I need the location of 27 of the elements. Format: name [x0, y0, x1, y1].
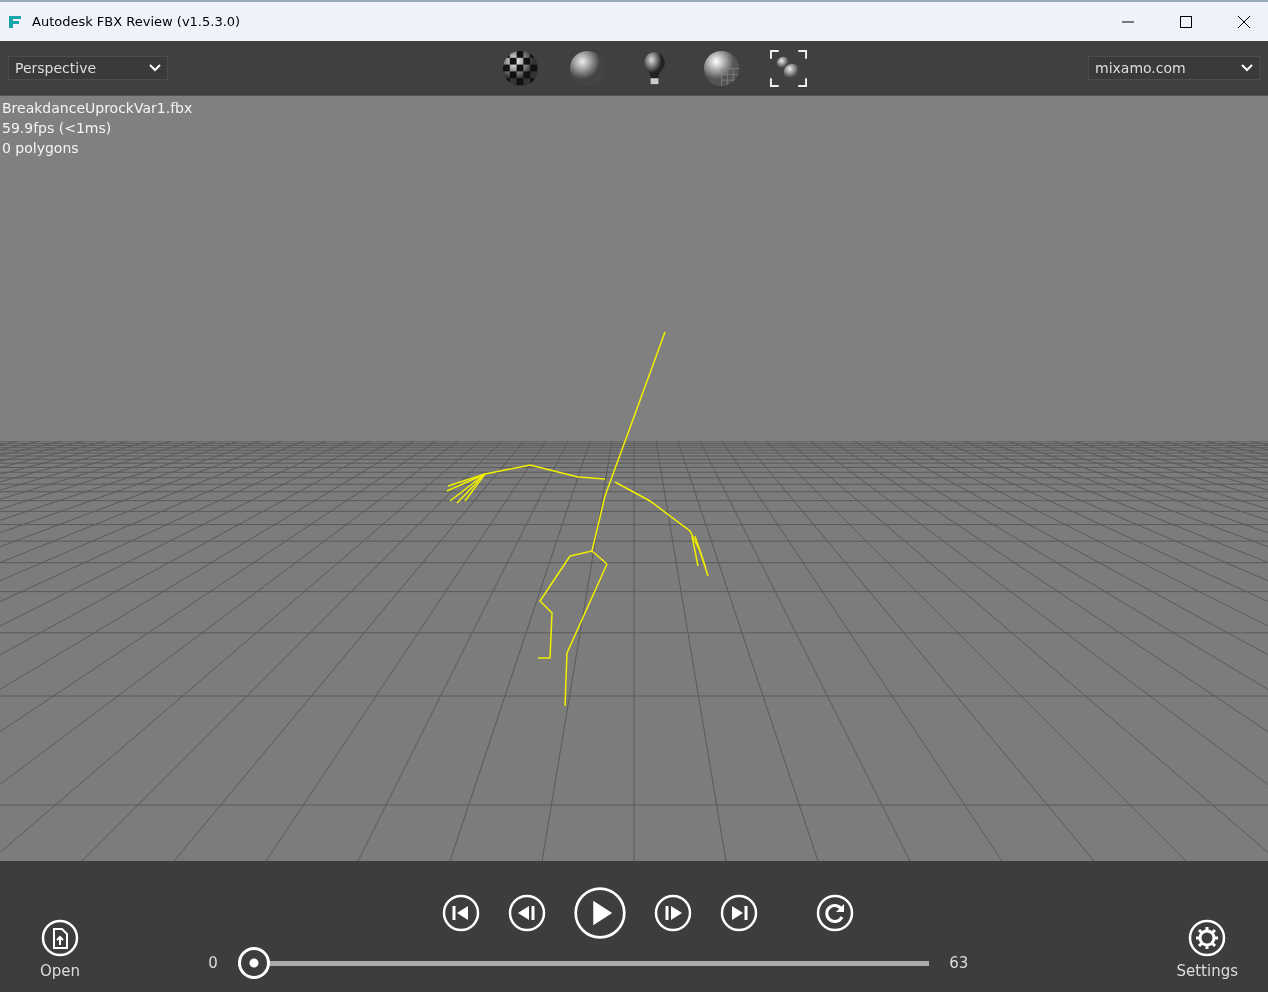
viewport-info-text: BreakdanceUprockVar1.fbx: [2, 100, 193, 116]
frame-objects-icon[interactable]: [768, 48, 808, 88]
close-icon[interactable]: [1238, 15, 1250, 28]
end-frame-label: 63: [949, 954, 969, 972]
open-button[interactable]: Open: [40, 918, 81, 980]
loop-icon[interactable]: [815, 893, 856, 933]
settings-button[interactable]: Settings: [1176, 918, 1238, 980]
skip-to-start-icon[interactable]: [441, 893, 482, 933]
timeline-thumb[interactable]: [237, 946, 270, 979]
skip-to-end-icon[interactable]: [719, 893, 760, 933]
wireframe-sphere-icon[interactable]: [701, 48, 741, 88]
chevron-down-icon: [1241, 64, 1253, 72]
viewport-info-text: 59.9fps (<1ms): [2, 120, 113, 136]
step-back-icon[interactable]: [507, 893, 548, 933]
window-title: Autodesk FBX Review (v1.5.3.0): [32, 14, 241, 29]
viewport-info-text: 0 polygons: [2, 140, 80, 156]
chevron-down-icon: [149, 64, 161, 72]
step-forward-icon[interactable]: [653, 893, 694, 933]
maximize-icon[interactable]: [1180, 15, 1192, 28]
settings-icon: [1187, 918, 1228, 958]
play-icon[interactable]: [573, 886, 628, 940]
open-file-icon: [40, 918, 81, 958]
camera-dropdown[interactable]: Perspective: [8, 56, 168, 80]
take-dropdown[interactable]: mixamo.com: [1088, 56, 1260, 80]
start-frame-label: 0: [208, 954, 218, 972]
checkered-sphere-icon[interactable]: [500, 48, 540, 88]
app-logo-icon: [7, 13, 23, 30]
